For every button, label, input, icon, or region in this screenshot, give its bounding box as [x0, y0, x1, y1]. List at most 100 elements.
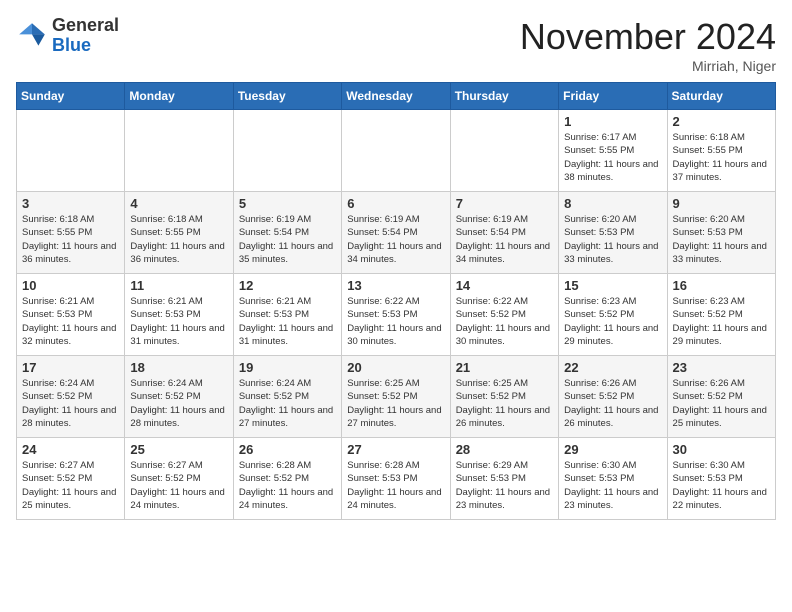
day-info: Sunrise: 6:22 AM Sunset: 5:53 PM Dayligh… [347, 295, 444, 348]
calendar-cell: 14Sunrise: 6:22 AM Sunset: 5:52 PM Dayli… [450, 274, 558, 356]
day-number: 29 [564, 442, 661, 457]
day-number: 27 [347, 442, 444, 457]
calendar-header-tuesday: Tuesday [233, 83, 341, 110]
logo-icon [16, 20, 48, 52]
calendar-cell [450, 110, 558, 192]
day-number: 4 [130, 196, 227, 211]
month-title: November 2024 [520, 16, 776, 58]
day-info: Sunrise: 6:21 AM Sunset: 5:53 PM Dayligh… [22, 295, 119, 348]
day-number: 20 [347, 360, 444, 375]
calendar-cell: 23 Sunrise: 6:26 AM Sunset: 5:52 PM Dayli… [667, 356, 775, 438]
calendar-cell: 15Sunrise: 6:23 AM Sunset: 5:52 PM Dayli… [559, 274, 667, 356]
calendar-cell: 3 Sunrise: 6:18 AM Sunset: 5:55 PM Daylig… [17, 192, 125, 274]
title-block: November 2024 Mirriah, Niger [520, 16, 776, 74]
calendar-cell: 7 Sunrise: 6:19 AM Sunset: 5:54 PM Daylig… [450, 192, 558, 274]
day-info: Sunrise: 6:26 AM Sunset: 5:52 PM Dayligh… [673, 377, 770, 430]
calendar-cell: 18Sunrise: 6:24 AM Sunset: 5:52 PM Dayli… [125, 356, 233, 438]
calendar-cell [125, 110, 233, 192]
calendar-cell: 29Sunrise: 6:30 AM Sunset: 5:53 PM Dayli… [559, 438, 667, 520]
day-info: Sunrise: 6:29 AM Sunset: 5:53 PM Dayligh… [456, 459, 553, 512]
calendar-cell: 6Sunrise: 6:19 AM Sunset: 5:54 PM Daylig… [342, 192, 450, 274]
calendar-cell: 24 Sunrise: 6:27 AM Sunset: 5:52 PM Dayli… [17, 438, 125, 520]
calendar-cell: 5 Sunrise: 6:19 AM Sunset: 5:54 PM Daylig… [233, 192, 341, 274]
day-number: 25 [130, 442, 227, 457]
day-number: 26 [239, 442, 336, 457]
day-number: 22 [564, 360, 661, 375]
day-number: 23 [673, 360, 770, 375]
calendar-cell: 17Sunrise: 6:24 AM Sunset: 5:52 PM Dayli… [17, 356, 125, 438]
day-number: 14 [456, 278, 553, 293]
logo-blue: Blue [52, 35, 91, 55]
calendar-week-3: 10 Sunrise: 6:21 AM Sunset: 5:53 PM Dayli… [17, 274, 776, 356]
day-info: Sunrise: 6:19 AM Sunset: 5:54 PM Dayligh… [456, 213, 553, 266]
calendar: SundayMondayTuesdayWednesdayThursdayFrid… [16, 82, 776, 520]
calendar-cell [17, 110, 125, 192]
day-info: Sunrise: 6:19 AM Sunset: 5:54 PM Dayligh… [239, 213, 336, 266]
calendar-cell: 10 Sunrise: 6:21 AM Sunset: 5:53 PM Dayli… [17, 274, 125, 356]
day-info: Sunrise: 6:20 AM Sunset: 5:53 PM Dayligh… [564, 213, 661, 266]
day-number: 2 [673, 114, 770, 129]
day-info: Sunrise: 6:17 AM Sunset: 5:55 PM Dayligh… [564, 131, 661, 184]
calendar-header-friday: Friday [559, 83, 667, 110]
day-info: Sunrise: 6:28 AM Sunset: 5:52 PM Dayligh… [239, 459, 336, 512]
day-number: 9 [673, 196, 770, 211]
calendar-cell: 11 Sunrise: 6:21 AM Sunset: 5:53 PM Dayli… [125, 274, 233, 356]
calendar-week-4: 17 Sunrise: 6:24 AM Sunset: 5:52 PM Dayli… [17, 356, 776, 438]
calendar-header-wednesday: Wednesday [342, 83, 450, 110]
calendar-cell: 19 Sunrise: 6:24 AM Sunset: 5:52 PM Dayli… [233, 356, 341, 438]
logo-text: General Blue [52, 16, 119, 56]
calendar-cell: 4 Sunrise: 6:18 AM Sunset: 5:55 PM Daylig… [125, 192, 233, 274]
day-number: 17 [22, 360, 119, 375]
calendar-week-2: 3 Sunrise: 6:18 AM Sunset: 5:55 PM Daylig… [17, 192, 776, 274]
calendar-header-row: SundayMondayTuesdayWednesdayThursdayFrid… [17, 83, 776, 110]
calendar-header-monday: Monday [125, 83, 233, 110]
day-info: Sunrise: 6:21 AM Sunset: 5:53 PM Dayligh… [130, 295, 227, 348]
calendar-cell: 30Sunrise: 6:30 AM Sunset: 5:53 PM Dayli… [667, 438, 775, 520]
calendar-cell [233, 110, 341, 192]
day-info: Sunrise: 6:24 AM Sunset: 5:52 PM Dayligh… [130, 377, 227, 430]
calendar-week-1: 1 Sunrise: 6:17 AM Sunset: 5:55 PM Daylig… [17, 110, 776, 192]
day-number: 10 [22, 278, 119, 293]
day-number: 11 [130, 278, 227, 293]
day-number: 13 [347, 278, 444, 293]
day-info: Sunrise: 6:23 AM Sunset: 5:52 PM Dayligh… [673, 295, 770, 348]
day-number: 8 [564, 196, 661, 211]
calendar-cell: 28Sunrise: 6:29 AM Sunset: 5:53 PM Dayli… [450, 438, 558, 520]
page-header: General Blue November 2024 Mirriah, Nige… [16, 16, 776, 74]
day-info: Sunrise: 6:21 AM Sunset: 5:53 PM Dayligh… [239, 295, 336, 348]
calendar-cell: 20Sunrise: 6:25 AM Sunset: 5:52 PM Dayli… [342, 356, 450, 438]
calendar-cell: 1 Sunrise: 6:17 AM Sunset: 5:55 PM Daylig… [559, 110, 667, 192]
calendar-cell: 2 Sunrise: 6:18 AM Sunset: 5:55 PM Daylig… [667, 110, 775, 192]
day-number: 3 [22, 196, 119, 211]
day-number: 30 [673, 442, 770, 457]
calendar-cell [342, 110, 450, 192]
day-info: Sunrise: 6:18 AM Sunset: 5:55 PM Dayligh… [22, 213, 119, 266]
day-number: 7 [456, 196, 553, 211]
calendar-cell: 12 Sunrise: 6:21 AM Sunset: 5:53 PM Dayli… [233, 274, 341, 356]
day-number: 1 [564, 114, 661, 129]
day-info: Sunrise: 6:27 AM Sunset: 5:52 PM Dayligh… [130, 459, 227, 512]
calendar-cell: 25 Sunrise: 6:27 AM Sunset: 5:52 PM Dayli… [125, 438, 233, 520]
calendar-header-sunday: Sunday [17, 83, 125, 110]
day-number: 16 [673, 278, 770, 293]
day-info: Sunrise: 6:26 AM Sunset: 5:52 PM Dayligh… [564, 377, 661, 430]
day-info: Sunrise: 6:27 AM Sunset: 5:52 PM Dayligh… [22, 459, 119, 512]
logo: General Blue [16, 16, 119, 56]
location: Mirriah, Niger [520, 58, 776, 74]
calendar-cell: 9Sunrise: 6:20 AM Sunset: 5:53 PM Daylig… [667, 192, 775, 274]
calendar-cell: 26 Sunrise: 6:28 AM Sunset: 5:52 PM Dayli… [233, 438, 341, 520]
calendar-cell: 13 Sunrise: 6:22 AM Sunset: 5:53 PM Dayli… [342, 274, 450, 356]
logo-general: General [52, 15, 119, 35]
day-number: 24 [22, 442, 119, 457]
calendar-cell: 21Sunrise: 6:25 AM Sunset: 5:52 PM Dayli… [450, 356, 558, 438]
day-info: Sunrise: 6:23 AM Sunset: 5:52 PM Dayligh… [564, 295, 661, 348]
calendar-cell: 27 Sunrise: 6:28 AM Sunset: 5:53 PM Dayli… [342, 438, 450, 520]
day-info: Sunrise: 6:24 AM Sunset: 5:52 PM Dayligh… [239, 377, 336, 430]
day-info: Sunrise: 6:28 AM Sunset: 5:53 PM Dayligh… [347, 459, 444, 512]
calendar-cell: 8 Sunrise: 6:20 AM Sunset: 5:53 PM Daylig… [559, 192, 667, 274]
day-info: Sunrise: 6:18 AM Sunset: 5:55 PM Dayligh… [130, 213, 227, 266]
day-info: Sunrise: 6:18 AM Sunset: 5:55 PM Dayligh… [673, 131, 770, 184]
day-number: 19 [239, 360, 336, 375]
day-number: 5 [239, 196, 336, 211]
day-number: 12 [239, 278, 336, 293]
